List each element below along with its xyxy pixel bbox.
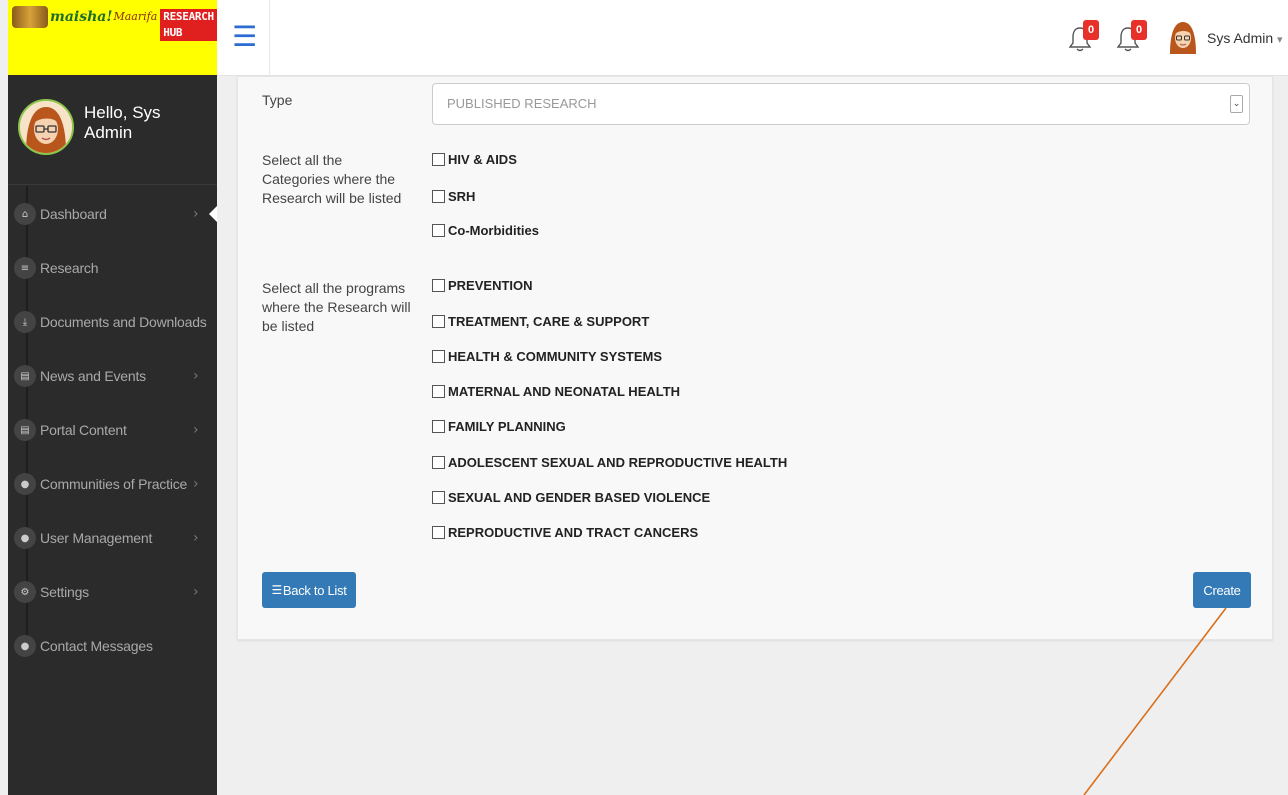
file-icon: ≡ [14, 257, 36, 279]
download-icon: ⤓ [14, 311, 36, 333]
brand-logo[interactable]: maisha! Maarifa RESEARCH HUB [8, 0, 217, 75]
chevron-right-icon: › [193, 530, 199, 546]
program-checkbox-prevention[interactable]: PREVENTION [432, 276, 533, 294]
brand-name-part2: Maarifa [113, 10, 158, 23]
programs-label: Select all the programs where the Resear… [262, 280, 411, 334]
checkbox[interactable] [432, 223, 445, 237]
checkbox[interactable] [432, 490, 445, 504]
users-icon: ● [14, 473, 36, 495]
checkbox[interactable] [432, 455, 445, 469]
brand-name-part1: maisha! [50, 9, 113, 25]
chevron-right-icon: › [193, 368, 199, 384]
home-icon: ⌂ [14, 203, 36, 225]
category-checkbox-co-morbidities[interactable]: Co-Morbidities [432, 221, 539, 239]
chevron-down-icon: ⌄ [1230, 95, 1243, 113]
cogs-icon: ⚙ [14, 581, 36, 603]
top-header: ☰ 0 0 Sys Admin ▾ [217, 0, 1288, 76]
checkbox[interactable] [432, 349, 445, 363]
brand-badge: RESEARCH HUB [160, 9, 217, 41]
chevron-right-icon: › [193, 584, 199, 600]
avatar [18, 99, 74, 155]
sidebar-item-dashboard[interactable]: ⌂ Dashboard › [8, 187, 217, 241]
program-checkbox-gbv[interactable]: SEXUAL AND GENDER BASED VIOLENCE [432, 488, 710, 506]
sidebar-item-user-management[interactable]: ● User Management › [8, 511, 217, 565]
category-checkbox-srh[interactable]: SRH [432, 187, 475, 205]
users-icon: ● [14, 635, 36, 657]
program-checkbox-cancers[interactable]: REPRODUCTIVE AND TRACT CANCERS [432, 523, 698, 541]
checkbox[interactable] [432, 525, 445, 539]
newspaper-icon: ▤ [14, 365, 36, 387]
categories-label: Select all the Categories where the Rese… [262, 152, 402, 206]
program-checkbox-health-systems[interactable]: HEALTH & COMMUNITY SYSTEMS [432, 347, 662, 365]
list-icon: ☰ [271, 583, 282, 597]
user-menu-toggle[interactable]: Sys Admin ▾ [1207, 30, 1283, 46]
header-divider [269, 0, 270, 76]
back-to-list-button[interactable]: ☰ Back to List [262, 572, 356, 608]
sidebar-item-communities[interactable]: ● Communities of Practice › [8, 457, 217, 511]
newspaper-icon: ▤ [14, 419, 36, 441]
notifications-bell-button[interactable]: 0 [1069, 20, 1099, 52]
checkbox[interactable] [432, 278, 445, 292]
user-profile: Hello, Sys Admin [8, 75, 217, 185]
sidebar-menu: ⌂ Dashboard › ≡ Research ⤓ Documents and… [8, 187, 217, 673]
checkbox[interactable] [432, 152, 445, 166]
sidebar-item-news-events[interactable]: ▤ News and Events › [8, 349, 217, 403]
create-research-form: Type PUBLISHED RESEARCH ⌄ Select all the… [237, 76, 1273, 640]
checkbox[interactable] [432, 419, 445, 433]
chevron-right-icon: › [193, 422, 199, 438]
sidebar-item-portal-content[interactable]: ▤ Portal Content › [8, 403, 217, 457]
sidebar-item-research[interactable]: ≡ Research [8, 241, 217, 295]
user-avatar[interactable] [1167, 20, 1199, 54]
checkbox[interactable] [432, 314, 445, 328]
sidebar: maisha! Maarifa RESEARCH HUB Hello, Sys … [8, 0, 217, 795]
sidebar-item-settings[interactable]: ⚙ Settings › [8, 565, 217, 619]
create-button[interactable]: Create [1193, 572, 1251, 608]
greeting: Hello, Sys Admin [84, 103, 161, 142]
program-checkbox-treatment[interactable]: TREATMENT, CARE & SUPPORT [432, 312, 649, 330]
category-checkbox-hiv-aids[interactable]: HIV & AIDS [432, 150, 517, 168]
program-checkbox-family-planning[interactable]: FAMILY PLANNING [432, 417, 566, 435]
active-indicator [209, 206, 217, 222]
type-select[interactable]: PUBLISHED RESEARCH ⌄ [432, 83, 1250, 125]
sidebar-item-documents[interactable]: ⤓ Documents and Downloads [8, 295, 217, 349]
chevron-right-icon: › [193, 206, 199, 222]
program-checkbox-adolescent[interactable]: ADOLESCENT SEXUAL AND REPRODUCTIVE HEALT… [432, 453, 787, 471]
notification-count-badge: 0 [1131, 20, 1147, 40]
users-icon: ● [14, 527, 36, 549]
sidebar-item-contact-messages[interactable]: ● Contact Messages [8, 619, 217, 673]
caret-down-icon: ▾ [1277, 34, 1283, 46]
notification-count-badge: 0 [1083, 20, 1099, 40]
type-label: Type [262, 92, 293, 108]
checkbox[interactable] [432, 189, 445, 203]
checkbox[interactable] [432, 384, 445, 398]
menu-toggle-icon[interactable]: ☰ [232, 23, 258, 51]
chevron-right-icon: › [193, 476, 199, 492]
coat-of-arms-icon [12, 6, 48, 28]
messages-bell-button[interactable]: 0 [1117, 20, 1147, 52]
program-checkbox-maternal[interactable]: MATERNAL AND NEONATAL HEALTH [432, 382, 680, 400]
